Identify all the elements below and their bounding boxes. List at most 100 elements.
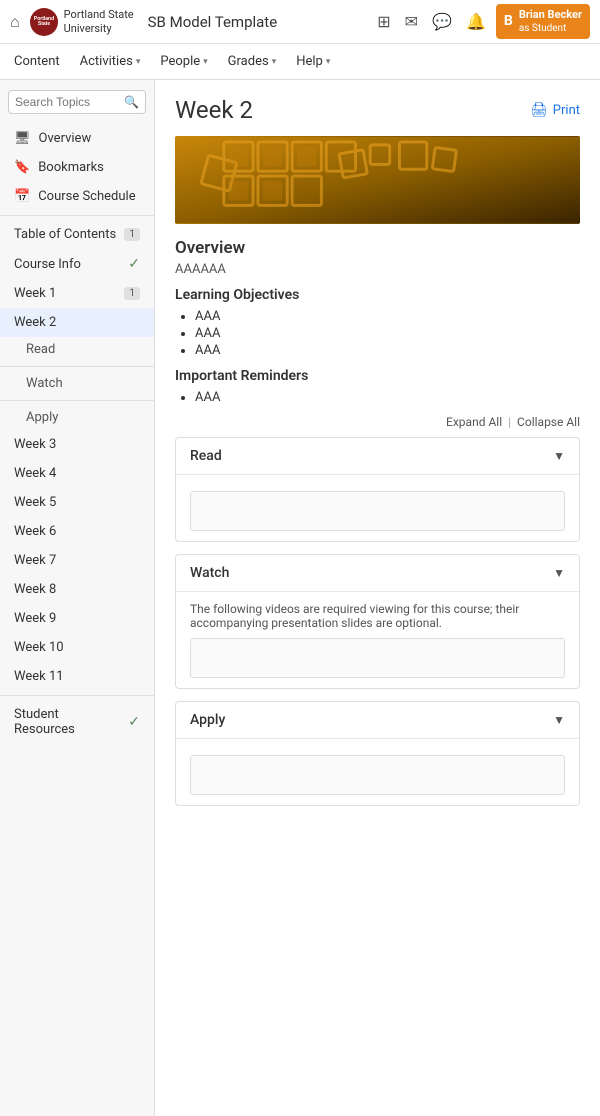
sidebar-item-week1[interactable]: Week 1 1 xyxy=(0,279,154,308)
chat-icon[interactable]: 💬 xyxy=(432,12,452,31)
accordion-read: Read ▼ xyxy=(175,437,580,542)
sidebar-divider-bottom xyxy=(0,695,154,696)
accordion-apply-body xyxy=(176,738,579,805)
search-container: 🔍 xyxy=(8,90,146,114)
monitor-icon: 🖥 xyxy=(14,131,31,146)
caret-down-icon: ▼ xyxy=(553,566,565,580)
page-header: Week 2 🖨 Print xyxy=(175,96,580,124)
list-item: AAA xyxy=(195,326,580,341)
nav-grades[interactable]: Grades ▾ xyxy=(228,54,277,69)
accordion-read-header[interactable]: Read ▼ xyxy=(176,438,579,474)
sidebar-item-toc[interactable]: Table of Contents 1 xyxy=(0,220,154,249)
sidebar-divider-read xyxy=(0,366,154,367)
sidebar-label-week4: Week 4 xyxy=(14,466,56,481)
sidebar-label-week8: Week 8 xyxy=(14,582,56,597)
sidebar-item-courseinfo[interactable]: Course Info ✓ xyxy=(0,249,154,279)
accordion-apply: Apply ▼ xyxy=(175,701,580,806)
sidebar-subitem-read[interactable]: Read xyxy=(0,337,154,362)
caret-down-icon: ▼ xyxy=(553,713,565,727)
sidebar-label-student-resources: Student Resources xyxy=(14,707,120,737)
sidebar-item-week3[interactable]: Week 3 xyxy=(0,430,154,459)
list-item: AAA xyxy=(195,309,580,324)
sidebar-label-toc: Table of Contents xyxy=(14,227,116,242)
sidebar-item-week10[interactable]: Week 10 xyxy=(0,633,154,662)
sidebar-item-week4[interactable]: Week 4 xyxy=(0,459,154,488)
sidebar-label-bookmarks: Bookmarks xyxy=(38,160,104,175)
home-icon[interactable]: ⌂ xyxy=(10,12,20,32)
week1-badge: 1 xyxy=(124,287,140,300)
hero-image xyxy=(175,136,580,224)
sidebar-label-overview: Overview xyxy=(39,131,92,146)
print-label: Print xyxy=(553,103,580,118)
sidebar-label-week5: Week 5 xyxy=(14,495,56,510)
sidebar-subitem-watch[interactable]: Watch xyxy=(0,371,154,396)
bell-icon[interactable]: 🔔 xyxy=(466,12,486,31)
sidebar-item-overview[interactable]: 🖥 Overview xyxy=(0,124,154,153)
list-item: AAA xyxy=(195,343,580,358)
caret-down-icon: ▼ xyxy=(553,449,565,463)
user-role: as Student xyxy=(519,22,582,35)
sidebar-item-week11[interactable]: Week 11 xyxy=(0,662,154,691)
overview-title: Overview xyxy=(175,238,580,258)
print-icon: 🖨 xyxy=(530,102,548,118)
sidebar-item-week8[interactable]: Week 8 xyxy=(0,575,154,604)
user-info: Brian Becker as Student xyxy=(519,8,582,35)
separator: | xyxy=(508,415,511,429)
nav-content[interactable]: Content xyxy=(14,54,60,69)
sidebar-item-week7[interactable]: Week 7 xyxy=(0,546,154,575)
sidebar-label-week7: Week 7 xyxy=(14,553,56,568)
accordion-read-body xyxy=(176,474,579,541)
user-badge[interactable]: B Brian Becker as Student xyxy=(496,4,590,39)
hero-svg xyxy=(175,136,580,224)
top-nav: ⌂ Portland State Portland State Universi… xyxy=(0,0,600,44)
nav-help[interactable]: Help ▾ xyxy=(296,54,330,69)
sidebar-label-week3: Week 3 xyxy=(14,437,56,452)
check-icon: ✓ xyxy=(128,256,140,272)
site-title: SB Model Template xyxy=(148,13,368,31)
accordion-watch-content xyxy=(190,638,565,678)
accordion-apply-header[interactable]: Apply ▼ xyxy=(176,702,579,738)
accordion-watch: Watch ▼ The following videos are require… xyxy=(175,554,580,689)
learning-objectives-section: Learning Objectives AAA AAA AAA xyxy=(175,287,580,358)
caret-icon: ▾ xyxy=(326,57,331,67)
grid-icon[interactable]: ⊞ xyxy=(377,12,390,31)
search-input[interactable] xyxy=(15,95,124,109)
bookmark-icon: 🔖 xyxy=(14,160,30,175)
learning-objectives-list: AAA AAA AAA xyxy=(195,309,580,358)
nav-activities[interactable]: Activities ▾ xyxy=(80,54,141,69)
sidebar-label-week11: Week 11 xyxy=(14,669,64,684)
learning-objectives-title: Learning Objectives xyxy=(175,287,580,303)
user-name: Brian Becker xyxy=(519,8,582,22)
sidebar-item-week2[interactable]: Week 2 xyxy=(0,308,154,337)
toc-badge: 1 xyxy=(124,228,140,241)
sidebar-subitem-apply[interactable]: Apply xyxy=(0,405,154,430)
collapse-all-link[interactable]: Collapse All xyxy=(517,415,580,429)
nav-people[interactable]: People ▾ xyxy=(160,54,207,69)
important-reminders-title: Important Reminders xyxy=(175,368,580,384)
accordion-watch-header[interactable]: Watch ▼ xyxy=(176,555,579,591)
main-content: Week 2 🖨 Print xyxy=(155,80,600,1116)
expand-all-link[interactable]: Expand All xyxy=(446,415,502,429)
sidebar-label-week6: Week 6 xyxy=(14,524,56,539)
sidebar: 🔍 🖥 Overview 🔖 Bookmarks 📅 Course Schedu… xyxy=(0,80,155,1116)
list-item: AAA xyxy=(195,390,580,405)
sidebar-item-week6[interactable]: Week 6 xyxy=(0,517,154,546)
sidebar-label-week10: Week 10 xyxy=(14,640,64,655)
sidebar-item-week5[interactable]: Week 5 xyxy=(0,488,154,517)
accordion-watch-label: Watch xyxy=(190,565,229,581)
sidebar-divider-watch xyxy=(0,400,154,401)
sidebar-label-week9: Week 9 xyxy=(14,611,56,626)
expand-collapse: Expand All | Collapse All xyxy=(175,415,580,429)
print-button[interactable]: 🖨 Print xyxy=(530,102,580,118)
sidebar-item-schedule[interactable]: 📅 Course Schedule xyxy=(0,182,154,211)
important-reminders-list: AAA xyxy=(195,390,580,405)
sidebar-item-student-resources[interactable]: Student Resources ✓ xyxy=(0,700,154,744)
accordion-read-label: Read xyxy=(190,448,222,464)
sidebar-item-week9[interactable]: Week 9 xyxy=(0,604,154,633)
psu-logo: Portland State xyxy=(30,8,58,36)
mail-icon[interactable]: ✉ xyxy=(405,12,418,31)
accordion-apply-content xyxy=(190,755,565,795)
calendar-icon: 📅 xyxy=(14,189,30,204)
sidebar-item-bookmarks[interactable]: 🔖 Bookmarks xyxy=(0,153,154,182)
search-icon: 🔍 xyxy=(124,95,139,109)
